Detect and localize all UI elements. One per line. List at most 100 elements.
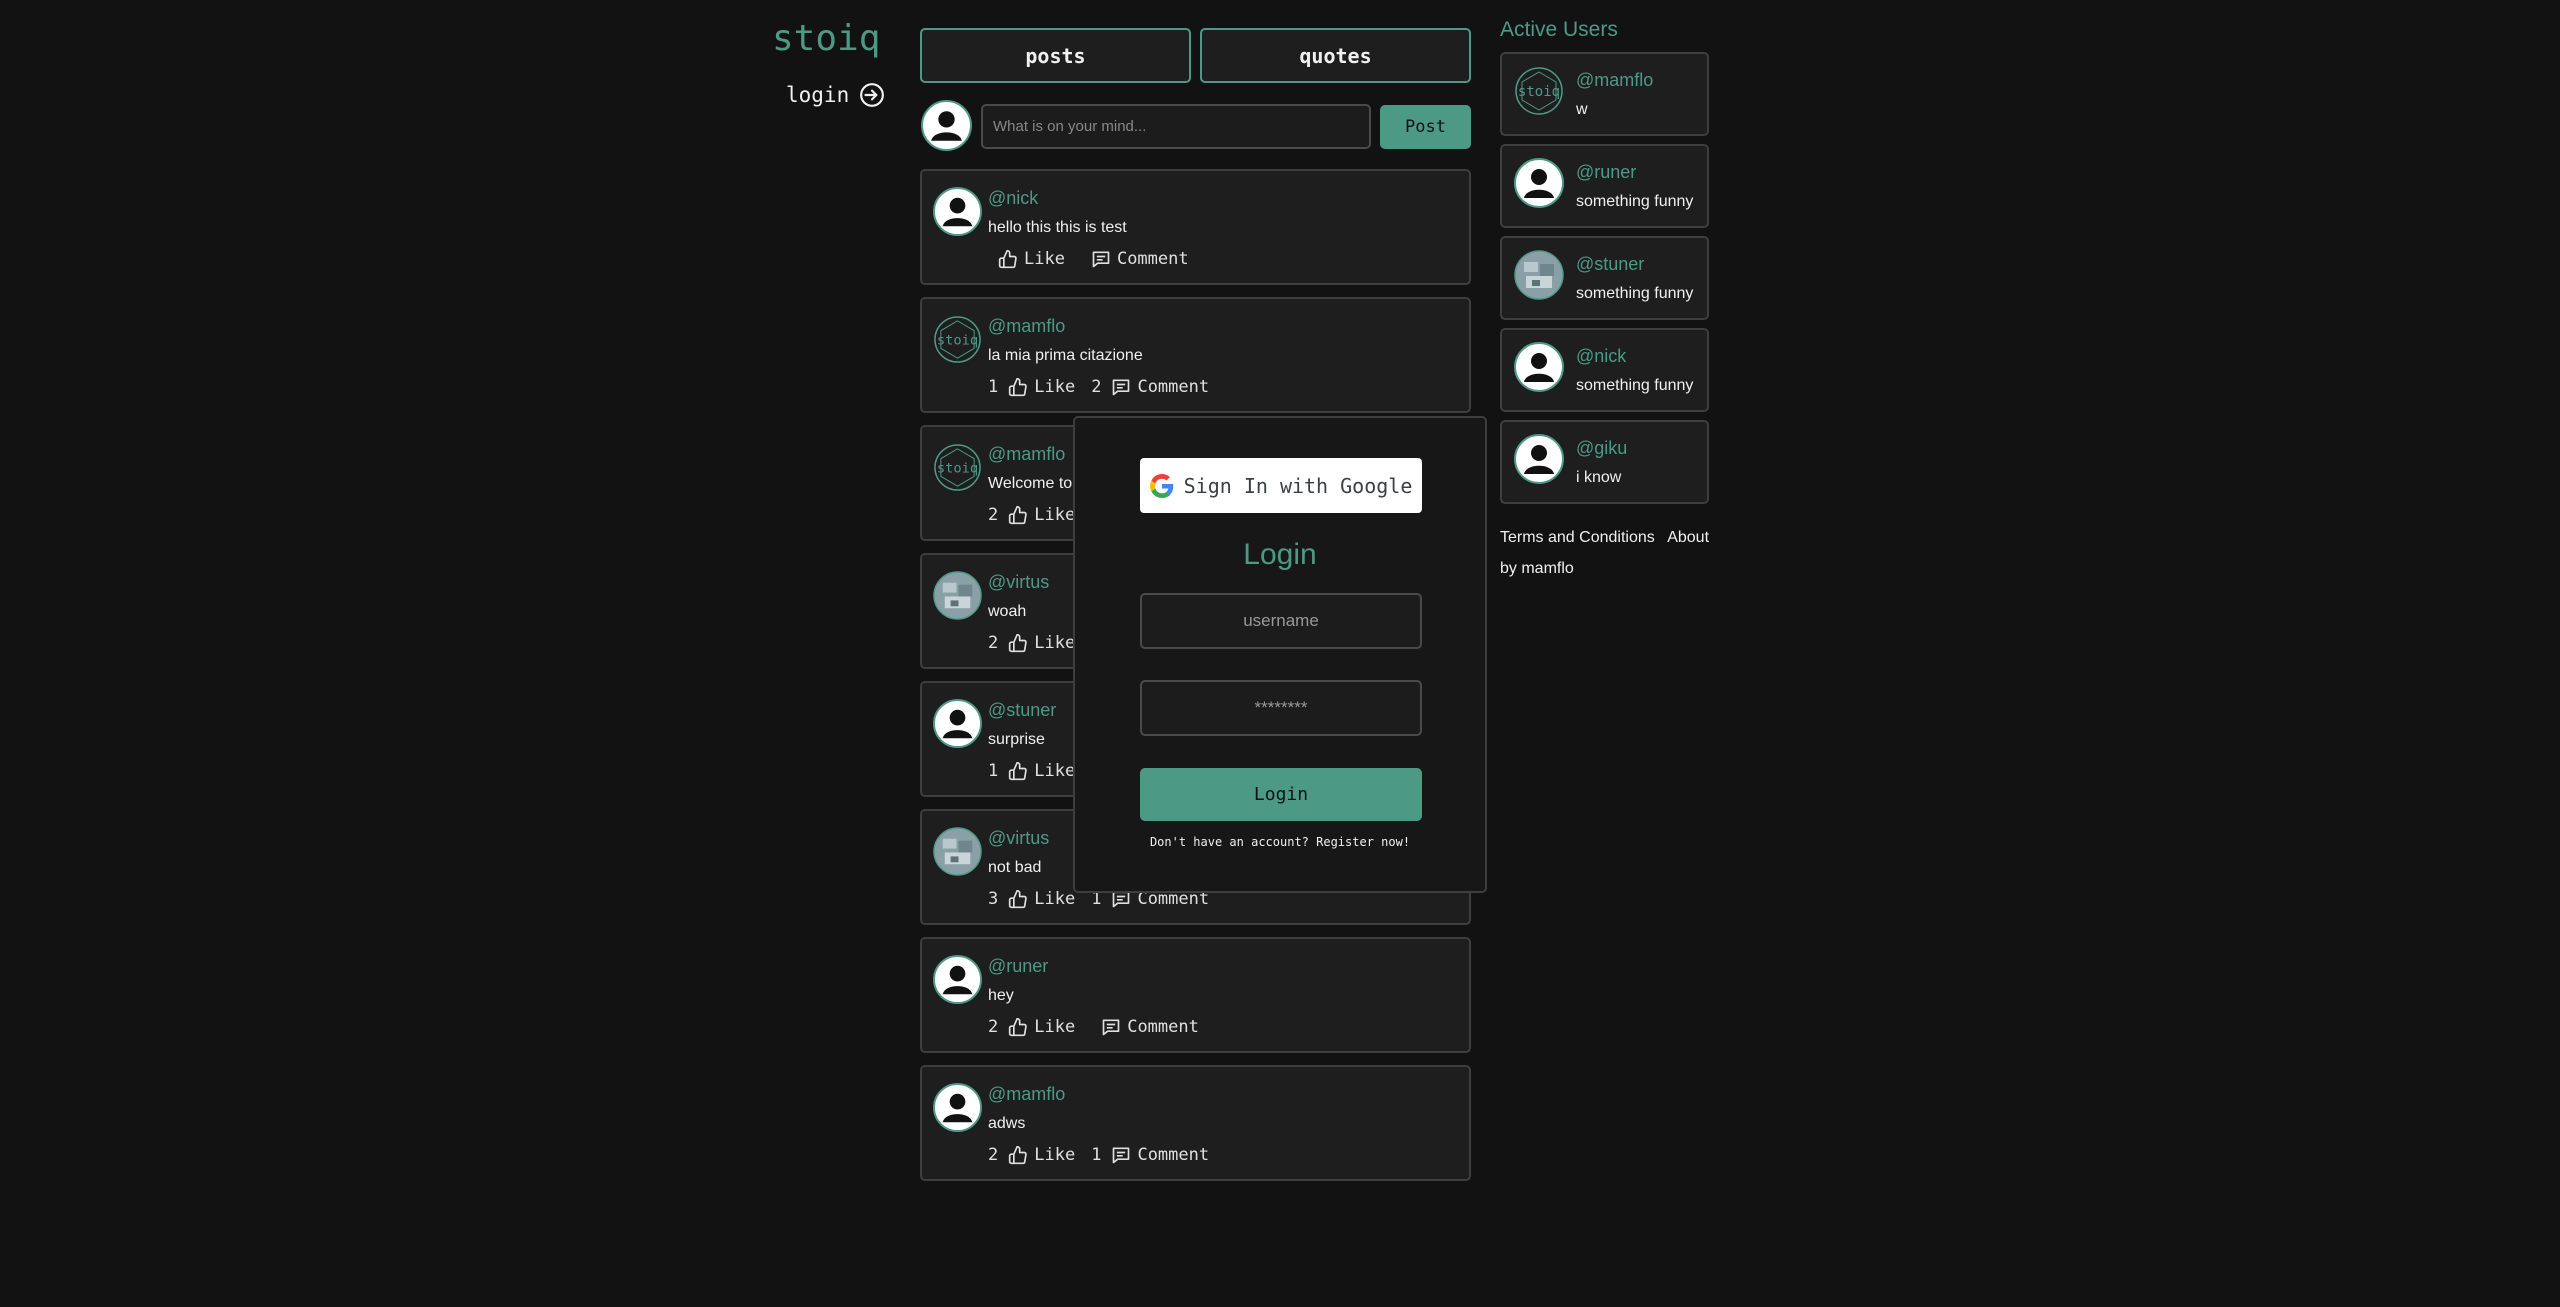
like-label: Like [1034,505,1076,525]
comment-count: 2 [1091,377,1102,397]
default-avatar-icon[interactable] [933,955,982,1004]
user-avatar[interactable] [933,571,982,620]
like-count: 1 [988,377,999,397]
user-avatar[interactable]: stoiq [933,315,982,364]
like-label: Like [1034,889,1076,909]
active-users-title: Active Users [1500,18,1618,41]
thumbs-up-icon [998,249,1018,269]
post-card: stoiq @mamflo la mia prima citazione 1 L… [920,297,1471,413]
login-icon [859,82,885,108]
active-user-quote: something funny [1576,285,1694,302]
like-count: 2 [988,1145,999,1165]
active-user-card[interactable]: @stuner something funny [1500,236,1709,320]
post-text: adws [988,1115,1026,1132]
post-text: hello this this is test [988,219,1127,236]
login-link[interactable]: login [786,82,885,108]
default-avatar-icon [1514,342,1564,392]
svg-text:stoiq: stoiq [937,460,978,476]
post-composer-input[interactable] [981,104,1371,149]
comment-button[interactable]: Comment [1081,249,1189,269]
post-text: hey [988,987,1014,1004]
like-count: 2 [988,505,999,525]
username-field[interactable] [1140,593,1422,649]
register-link[interactable]: Don't have an account? Register now! [1075,835,1485,849]
post-button[interactable]: Post [1380,105,1471,149]
active-user-card[interactable]: @runer something funny [1500,144,1709,228]
like-label: Like [1034,1017,1076,1037]
post-username[interactable]: @mamflo [988,444,1065,465]
user-avatar [1514,250,1564,300]
login-title: Login [1243,538,1317,571]
active-user-name: @stuner [1576,254,1645,274]
like-button[interactable]: 2 Like [988,633,1075,653]
post-card: @nick hello this this is test Like Comme… [920,169,1471,285]
tab-quotes[interactable]: quotes [1200,28,1471,83]
active-user-name: @mamflo [1576,70,1654,90]
composer-avatar [921,100,972,151]
post-username[interactable]: @runer [988,956,1048,977]
post-username[interactable]: @virtus [988,828,1049,849]
thumbs-up-icon [1008,633,1028,653]
footer-credit: by mamflo [1500,560,1574,577]
thumbs-up-icon [1008,377,1028,397]
thumbs-up-icon [1008,1017,1028,1037]
default-avatar-icon[interactable] [933,699,982,748]
like-button[interactable]: 3 Like [988,889,1075,909]
default-avatar-icon [1514,434,1564,484]
thumbs-up-icon [1008,761,1028,781]
like-label: Like [1034,633,1076,653]
terms-link[interactable]: Terms and Conditions [1500,529,1655,546]
post-username[interactable]: @stuner [988,700,1056,721]
active-user-name: @runer [1576,162,1637,182]
like-button[interactable]: 1 Like [988,377,1075,397]
like-button[interactable]: 1 Like [988,761,1075,781]
default-avatar-icon[interactable] [933,1083,982,1132]
active-user-card[interactable]: @giku i know [1500,420,1709,504]
comment-icon [1111,1145,1131,1165]
comment-label: Comment [1127,1017,1199,1037]
like-button[interactable]: 2 Like [988,1145,1075,1165]
like-button[interactable]: 2 Like [988,1017,1075,1037]
comment-icon [1111,377,1131,397]
post-username[interactable]: @virtus [988,572,1049,593]
like-count: 2 [988,1017,999,1037]
default-avatar-icon[interactable] [933,187,982,236]
user-avatar: stoiq [1514,66,1564,116]
comment-icon [1101,1017,1121,1037]
like-label: Like [1024,249,1065,269]
user-avatar[interactable] [933,827,982,876]
comment-button[interactable]: Comment [1091,1017,1199,1037]
like-label: Like [1034,377,1076,397]
active-user-quote: something funny [1576,377,1694,394]
active-user-card[interactable]: stoiq @mamflo w [1500,52,1709,136]
login-modal: Sign In with Google Login Login Don't ha… [1073,416,1487,893]
active-user-card[interactable]: @nick something funny [1500,328,1709,412]
login-submit-button[interactable]: Login [1140,768,1422,821]
post-card: @runer hey 2 Like Comment [920,937,1471,1053]
active-user-quote: w [1576,101,1588,118]
google-sign-in-button[interactable]: Sign In with Google [1140,458,1422,513]
like-button[interactable]: 2 Like [988,505,1075,525]
svg-text:stoiq: stoiq [1518,84,1560,100]
comment-button[interactable]: 2 Comment [1091,377,1209,397]
brand-logo[interactable]: stoiq [772,18,880,59]
comment-button[interactable]: 1 Comment [1091,1145,1209,1165]
like-button[interactable]: Like [988,249,1065,269]
post-card: @mamflo adws 2 Like 1 Comment [920,1065,1471,1181]
post-text: woah [988,603,1027,620]
thumbs-up-icon [1008,889,1028,909]
active-user-name: @nick [1576,346,1627,366]
user-avatar[interactable]: stoiq [933,443,982,492]
comment-label: Comment [1116,249,1189,269]
password-field[interactable] [1140,680,1422,736]
post-username[interactable]: @nick [988,188,1038,209]
tab-posts[interactable]: posts [920,28,1191,83]
comment-count: 1 [1091,1145,1102,1165]
about-link[interactable]: About [1667,529,1709,546]
post-username[interactable]: @mamflo [988,316,1065,337]
active-user-name: @giku [1576,438,1628,458]
default-avatar-icon [1514,158,1564,208]
like-label: Like [1034,761,1076,781]
post-text: la mia prima citazione [988,347,1143,364]
post-username[interactable]: @mamflo [988,1084,1065,1105]
